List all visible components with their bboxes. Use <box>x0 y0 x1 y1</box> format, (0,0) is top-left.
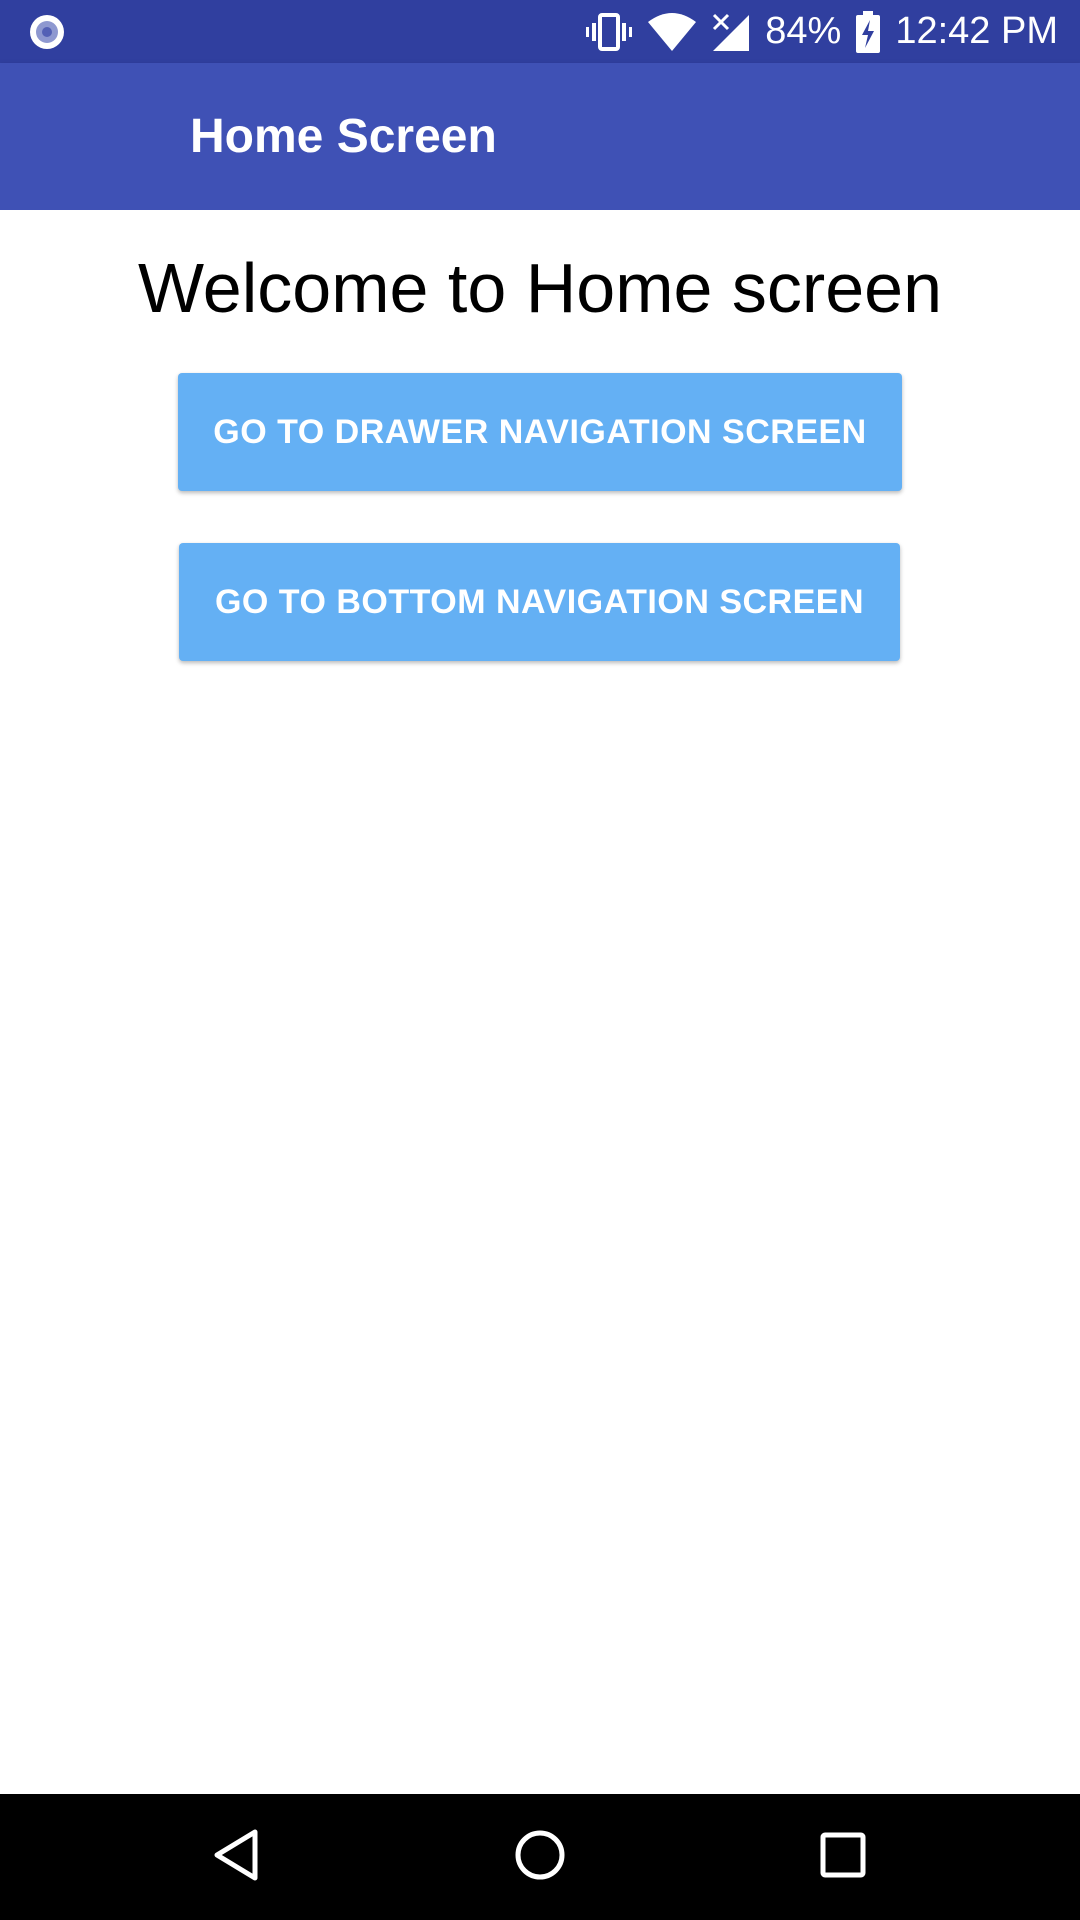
system-navigation-bar <box>0 1794 1080 1920</box>
status-icons: 84% 12:42 PM <box>585 0 1058 63</box>
vibrate-icon <box>585 12 633 52</box>
cell-signal-no-data-icon <box>711 12 751 52</box>
battery-percent: 84% <box>765 10 842 52</box>
recents-button[interactable] <box>803 1817 883 1897</box>
app-bar: Home Screen <box>0 63 1080 210</box>
home-icon <box>513 1828 567 1887</box>
go-to-drawer-navigation-button[interactable]: GO TO DRAWER NAVIGATION SCREEN <box>178 373 902 491</box>
app-bar-title: Home Screen <box>190 110 497 163</box>
go-to-bottom-navigation-button[interactable]: GO TO BOTTOM NAVIGATION SCREEN <box>179 543 900 661</box>
recents-icon <box>819 1831 867 1884</box>
welcome-heading: Welcome to Home screen <box>137 249 942 327</box>
main-content: Welcome to Home screen GO TO DRAWER NAVI… <box>0 210 1080 1794</box>
wifi-icon <box>647 12 697 52</box>
back-icon <box>211 1828 261 1887</box>
back-button[interactable] <box>196 1817 276 1897</box>
record-circle-icon <box>28 13 66 51</box>
status-bar: 84% 12:42 PM <box>0 0 1080 63</box>
go-to-drawer-navigation-label: GO TO DRAWER NAVIGATION SCREEN <box>213 412 867 451</box>
home-screen: 84% 12:42 PM Home Screen Welcome to Home… <box>0 0 1080 1920</box>
battery-charging-icon <box>855 10 881 53</box>
home-button[interactable] <box>500 1817 580 1897</box>
go-to-bottom-navigation-label: GO TO BOTTOM NAVIGATION SCREEN <box>214 582 865 621</box>
status-time: 12:42 PM <box>895 10 1058 52</box>
